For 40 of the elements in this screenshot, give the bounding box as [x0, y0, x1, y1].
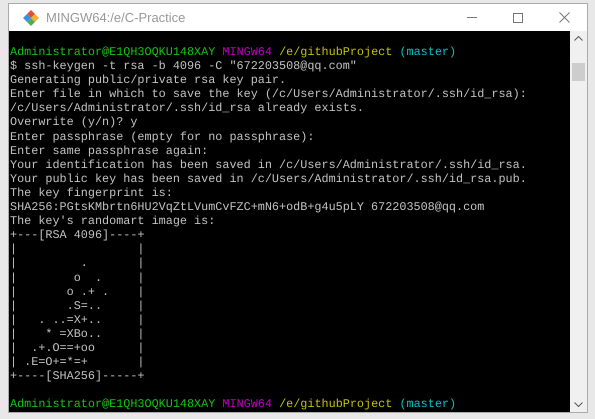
maximize-icon — [513, 12, 523, 22]
terminal-line: | o . | — [10, 270, 145, 284]
prompt-system: MINGW64 — [222, 45, 272, 59]
scrollbar[interactable] — [570, 31, 587, 412]
terminal-line: | * =XBo.. | — [10, 326, 145, 341]
terminal-line: Your public key has been saved in /c/Users/Administrator/.ssh/id_rsa.pub. — [10, 172, 527, 186]
window-title: MINGW64:/e/C-Practice — [46, 8, 186, 27]
terminal-line: +----[SHA256]-----+ — [10, 369, 145, 384]
close-icon — [558, 12, 570, 23]
prompt-user-host: Administrator@E1QH3OQKU148XAY — [10, 397, 216, 412]
terminal-line: | . | — [10, 256, 145, 270]
scroll-down-icon[interactable] — [574, 402, 583, 407]
terminal-line: | o .+ . | — [10, 284, 145, 299]
terminal-line: Enter passphrase (empty for no passphrase): — [10, 130, 314, 144]
terminal-line: | | — [10, 242, 145, 256]
prompt-path: /e/githubProject — [279, 45, 392, 59]
terminal-line: The key's randomart image is: — [10, 214, 216, 228]
app-logo-icon — [23, 10, 39, 26]
terminal-line: Generating public/private rsa key pair. — [10, 73, 286, 88]
terminal-line: The key fingerprint is: — [10, 186, 173, 200]
prompt-branch: (master) — [399, 397, 456, 412]
prompt-user-host: Administrator@E1QH3OQKU148XAY — [10, 45, 216, 59]
minimize-icon — [467, 17, 477, 18]
terminal-line: | .E=O+=*=+ | — [10, 355, 145, 370]
terminal-line: SHA256:PGtsKMbrtn6HU2VqZtLVumCvFZC+mN6+odB+g4u5pLY 672203508@qq.com — [10, 200, 484, 214]
terminal-line: | .S=.. | — [10, 298, 145, 313]
prompt-branch: (master) — [399, 45, 456, 59]
terminal-line: +---[RSA 4096]----+ — [10, 228, 145, 242]
terminal-line: Overwrite (y/n)? y — [10, 115, 138, 130]
terminal-line: /c/Users/Administrator/.ssh/id_rsa already exists. — [10, 101, 364, 116]
terminal-line: | .+.O==+oo | — [10, 340, 145, 355]
prompt-path: /e/githubProject — [279, 397, 392, 412]
prompt-system: MINGW64 — [222, 397, 272, 412]
terminal-line: $ ssh-keygen -t rsa -b 4096 -C "672203508@qq.com" — [10, 59, 357, 74]
terminal-line: | . ..=X+.. | — [10, 312, 145, 327]
scroll-up-icon[interactable] — [574, 36, 583, 41]
terminal-line: Enter same passphrase again: — [10, 144, 208, 158]
scrollbar-thumb[interactable] — [572, 63, 585, 81]
terminal-line: Your identification has been saved in /c/Users/Administrator/.ssh/id_rsa. — [10, 158, 527, 172]
terminal-line: Enter file in which to save the key (/c/Users/Administrator/.ssh/id_rsa): — [10, 87, 527, 102]
